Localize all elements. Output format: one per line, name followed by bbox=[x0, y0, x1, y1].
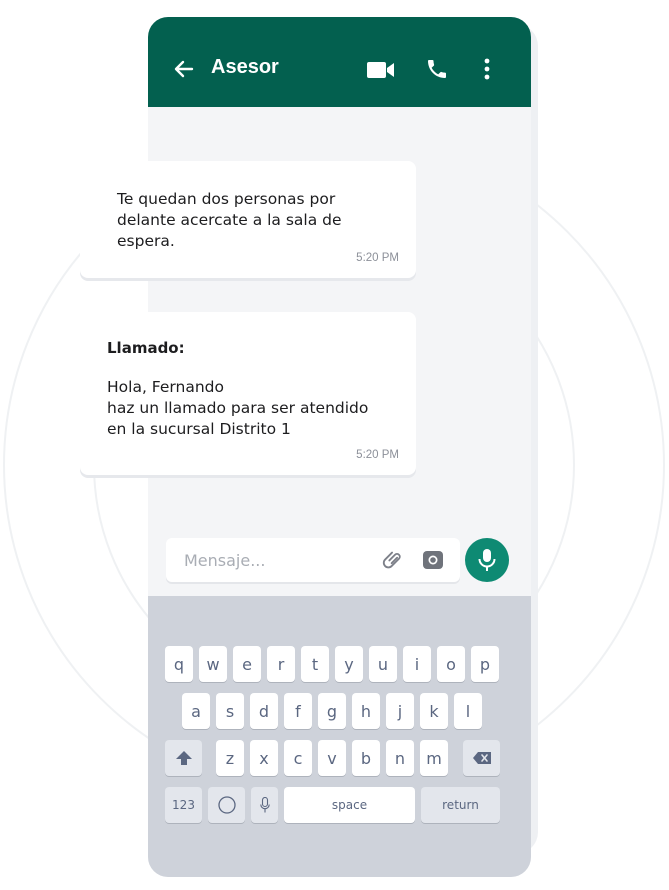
backspace-key[interactable] bbox=[463, 740, 500, 776]
key-s[interactable]: s bbox=[216, 693, 244, 729]
message-line: delante acercate a la sala de bbox=[117, 211, 342, 229]
key-t[interactable]: t bbox=[301, 646, 329, 682]
bubble-tail bbox=[68, 312, 84, 326]
key-k[interactable]: k bbox=[420, 693, 448, 729]
message-line: haz un llamado para ser atendido bbox=[107, 399, 369, 417]
contact-name: Asesor bbox=[211, 56, 279, 78]
microphone-icon bbox=[259, 797, 270, 813]
key-b[interactable]: b bbox=[352, 740, 380, 776]
message-bubble: Te quedan dos personas por delante acerc… bbox=[68, 161, 416, 278]
message-text: Te quedan dos personas por delante acerc… bbox=[117, 189, 407, 252]
key-l[interactable]: l bbox=[454, 693, 482, 729]
key-u[interactable]: u bbox=[369, 646, 397, 682]
message-line: Te quedan dos personas por bbox=[117, 190, 336, 208]
key-z[interactable]: z bbox=[216, 740, 244, 776]
key-e[interactable]: e bbox=[233, 646, 261, 682]
return-key[interactable]: return bbox=[421, 787, 500, 823]
key-j[interactable]: j bbox=[386, 693, 414, 729]
key-c[interactable]: c bbox=[284, 740, 312, 776]
key-n[interactable]: n bbox=[386, 740, 414, 776]
key-y[interactable]: y bbox=[335, 646, 363, 682]
key-f[interactable]: f bbox=[284, 693, 312, 729]
message-heading: Llamado: bbox=[107, 339, 185, 357]
video-camera-icon[interactable] bbox=[367, 61, 395, 79]
paperclip-icon[interactable] bbox=[382, 549, 404, 571]
shift-key[interactable] bbox=[165, 740, 202, 776]
key-x[interactable]: x bbox=[250, 740, 278, 776]
key-q[interactable]: q bbox=[165, 646, 193, 682]
numbers-key[interactable]: 123 bbox=[165, 787, 202, 823]
message-line: espera. bbox=[117, 232, 175, 250]
message-line: Hola, Fernando bbox=[107, 378, 224, 396]
backspace-icon bbox=[472, 752, 491, 764]
dictation-key[interactable] bbox=[251, 787, 278, 823]
arrow-left-icon[interactable] bbox=[172, 57, 196, 81]
message-timestamp: 5:20 PM bbox=[356, 252, 399, 264]
phone-icon[interactable] bbox=[425, 57, 449, 81]
message-bubble: Llamado: Hola, Fernando haz un llamado p… bbox=[68, 312, 416, 475]
key-a[interactable]: a bbox=[182, 693, 210, 729]
keyboard bbox=[148, 596, 531, 877]
key-m[interactable]: m bbox=[420, 740, 448, 776]
key-d[interactable]: d bbox=[250, 693, 278, 729]
key-g[interactable]: g bbox=[318, 693, 346, 729]
bubble-tail bbox=[68, 161, 84, 175]
globe-icon bbox=[217, 796, 236, 814]
message-line: en la sucursal Distrito 1 bbox=[107, 420, 291, 438]
message-input[interactable]: Mensaje... bbox=[166, 538, 460, 582]
more-vertical-icon[interactable] bbox=[478, 57, 496, 81]
globe-key[interactable] bbox=[208, 787, 245, 823]
key-i[interactable]: i bbox=[403, 646, 431, 682]
message-timestamp: 5:20 PM bbox=[356, 449, 399, 461]
shift-icon bbox=[175, 751, 192, 765]
key-o[interactable]: o bbox=[437, 646, 465, 682]
microphone-icon bbox=[478, 549, 496, 571]
key-r[interactable]: r bbox=[267, 646, 295, 682]
key-h[interactable]: h bbox=[352, 693, 380, 729]
key-p[interactable]: p bbox=[471, 646, 499, 682]
camera-icon[interactable] bbox=[423, 550, 443, 570]
space-key[interactable]: space bbox=[284, 787, 415, 823]
key-w[interactable]: w bbox=[199, 646, 227, 682]
message-input-placeholder: Mensaje... bbox=[184, 551, 266, 570]
key-v[interactable]: v bbox=[318, 740, 346, 776]
send-voice-button[interactable] bbox=[465, 538, 509, 582]
chat-header: Asesor bbox=[148, 17, 531, 107]
